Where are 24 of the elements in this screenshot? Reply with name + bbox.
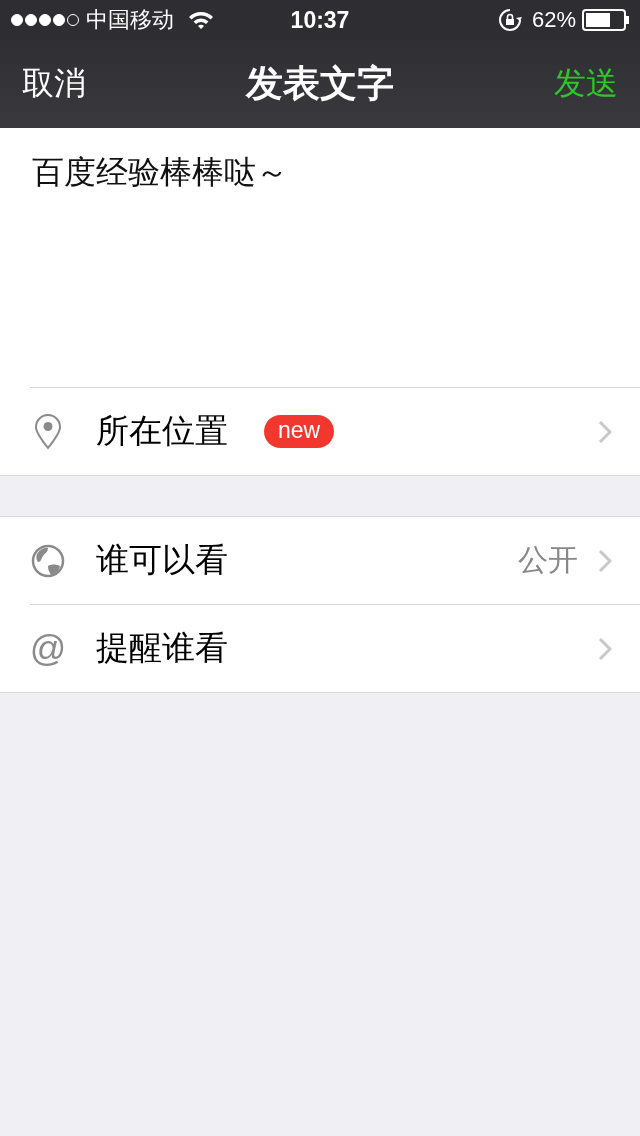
settings-row[interactable]: 所在位置 new bbox=[0, 388, 640, 475]
battery-icon bbox=[582, 9, 630, 31]
chevron-right-icon bbox=[598, 548, 612, 573]
carrier-name: 中国移动 bbox=[86, 6, 174, 34]
row-label: 谁可以看 bbox=[96, 540, 228, 580]
send-button[interactable]: 发送 bbox=[554, 62, 618, 106]
location-pin-icon bbox=[34, 413, 62, 450]
battery-percent: 62% bbox=[531, 7, 576, 33]
page-title: 发表文字 bbox=[246, 62, 394, 106]
settings-row[interactable]: 谁可以看 公开 bbox=[0, 517, 640, 604]
settings-row[interactable]: @ 提醒谁看 bbox=[0, 605, 640, 692]
wifi-icon bbox=[188, 10, 214, 30]
signal-icon bbox=[10, 13, 80, 27]
globe-icon bbox=[31, 543, 65, 578]
chevron-right-icon bbox=[598, 419, 612, 444]
clock-time: 10:37 bbox=[290, 6, 350, 34]
at-icon: @ bbox=[29, 627, 67, 670]
row-label: 提醒谁看 bbox=[96, 628, 228, 668]
row-label: 所在位置 bbox=[96, 411, 228, 451]
chevron-right-icon bbox=[598, 636, 612, 661]
row-value: 公开 bbox=[518, 542, 578, 578]
rotation-lock-icon bbox=[497, 8, 522, 32]
cancel-button[interactable]: 取消 bbox=[22, 62, 86, 106]
new-badge: new bbox=[264, 415, 335, 448]
